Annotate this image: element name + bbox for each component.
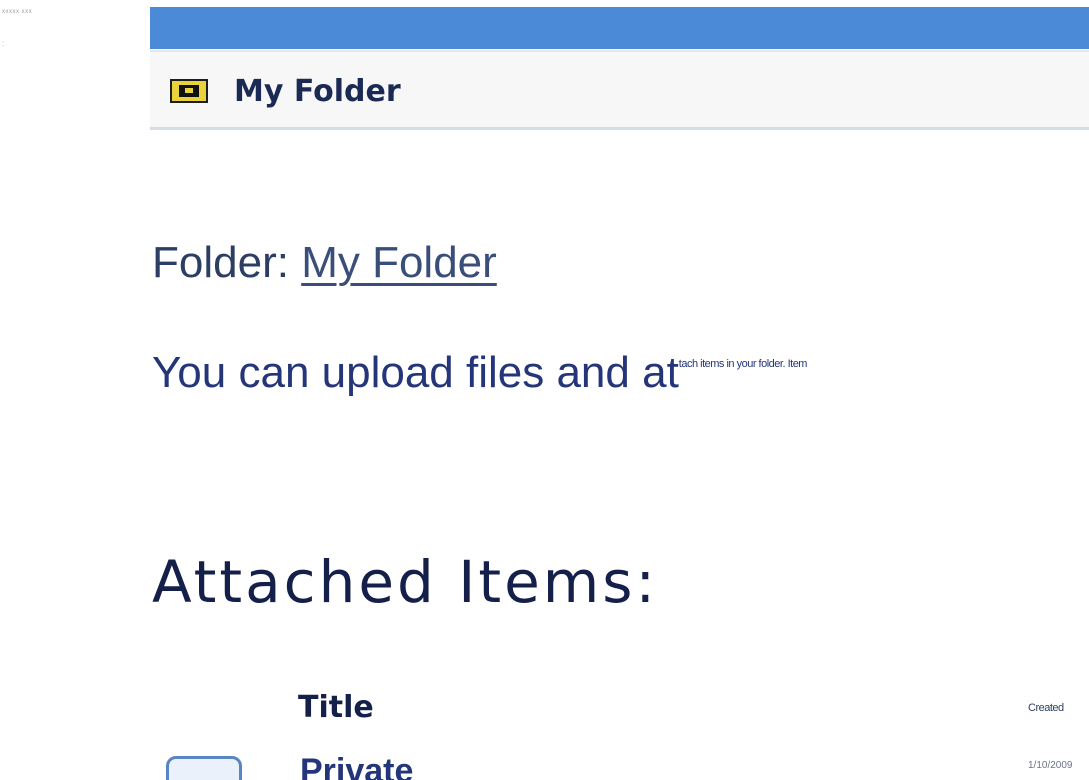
upload-text-small: tach items in your folder. Item	[678, 358, 808, 370]
attached-items-heading: Attached Items:	[152, 548, 659, 616]
folder-shortcut-icon	[170, 79, 208, 103]
folder-icon[interactable]	[166, 756, 242, 780]
page: xxxxx xxx : My Folder Folder: My Folder …	[0, 0, 1089, 780]
folder-heading: Folder: My Folder	[152, 238, 497, 288]
folder-prefix: Folder:	[152, 238, 289, 287]
row-created-date: 1/10/2009	[1028, 760, 1073, 771]
title-bar-label: My Folder	[234, 74, 401, 109]
folder-link[interactable]: My Folder	[301, 238, 497, 287]
corner-text: xxxxx xxx	[2, 9, 33, 15]
upload-instructions: You can upload files and attach items in…	[152, 348, 807, 398]
row-title-link[interactable]: Private	[300, 752, 413, 780]
corner-mark: :	[2, 39, 5, 48]
title-bar: My Folder	[150, 50, 1089, 130]
upload-text-large: You can upload files and at	[152, 348, 679, 397]
column-header-created[interactable]: Created	[1028, 702, 1064, 714]
top-banner	[150, 7, 1089, 49]
column-header-title[interactable]: Title	[298, 690, 374, 725]
